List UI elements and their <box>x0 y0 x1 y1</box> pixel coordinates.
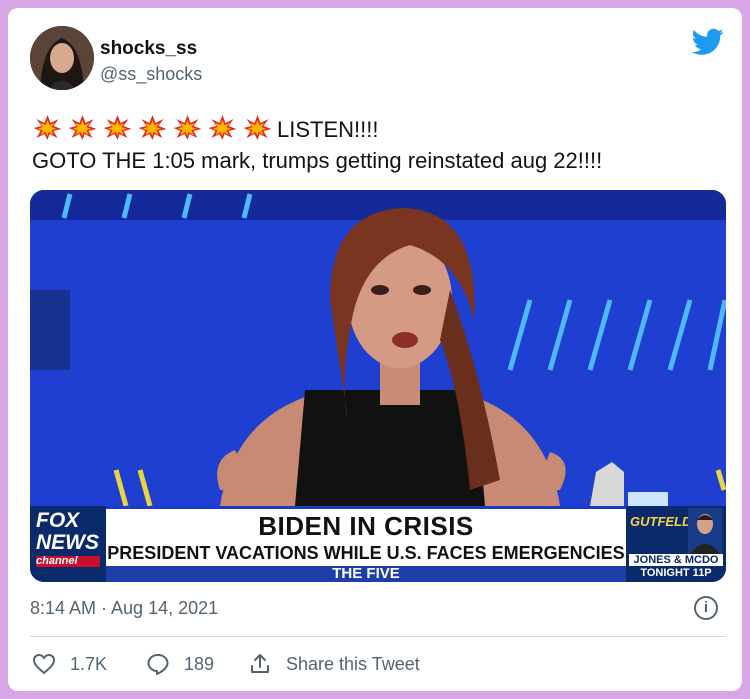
twitter-bird-icon[interactable] <box>692 28 724 56</box>
author-handle[interactable]: @ss_shocks <box>100 64 202 85</box>
divider <box>30 636 726 637</box>
show-name: THE FIVE <box>106 566 626 582</box>
collision-emoji-icon <box>138 115 167 140</box>
fox-news-logo: FOX NEWS channel <box>30 506 106 582</box>
collision-emoji-icon <box>173 115 202 140</box>
promo-brand: GUTFELD! <box>630 514 696 529</box>
reply-button[interactable]: 189 <box>146 650 214 678</box>
share-icon <box>251 654 269 673</box>
collision-emoji-icon <box>68 115 97 140</box>
promo-line-1: JONES & MCDO <box>629 554 723 566</box>
chyron-subheadline: PRESIDENT VACATIONS WHILE U.S. FACES EME… <box>107 543 625 563</box>
tweet-line-2: GOTO THE 1:05 mark, trumps getting reins… <box>32 148 603 173</box>
collision-emoji-row <box>32 114 277 140</box>
collision-emoji-icon <box>243 115 272 140</box>
video-media[interactable]: FOX NEWS channel BIDEN IN CRISIS PRESIDE… <box>30 190 726 582</box>
heart-icon <box>32 653 56 675</box>
share-label: Share this Tweet <box>286 653 420 674</box>
reply-count: 189 <box>184 653 215 674</box>
tweet-card: shocks_ss @ss_shocks LISTEN!!!! GOTO THE… <box>8 8 742 691</box>
collision-emoji-icon <box>33 115 62 140</box>
share-button[interactable]: Share this Tweet <box>248 650 420 678</box>
like-count: 1.7K <box>70 653 108 674</box>
logo-line-1: FOX <box>36 509 80 532</box>
like-button[interactable]: 1.7K <box>32 650 107 678</box>
promo-line-2: TONIGHT 11P <box>640 567 712 579</box>
chyron-headline: BIDEN IN CRISIS <box>258 511 474 541</box>
logo-line-3: channel <box>36 556 100 567</box>
promo-host-thumbnail <box>688 508 722 554</box>
collision-emoji-icon <box>103 115 132 140</box>
collision-emoji-icon <box>208 115 237 140</box>
info-icon[interactable]: i <box>694 596 718 620</box>
avatar[interactable] <box>30 26 94 90</box>
upcoming-show-promo: GUTFELD! JONES & MCDO TONIGHT 11P <box>626 506 726 582</box>
logo-line-2: NEWS <box>36 531 99 554</box>
reply-icon <box>147 654 169 675</box>
chyron: BIDEN IN CRISIS PRESIDENT VACATIONS WHIL… <box>106 506 626 566</box>
tweet-timestamp[interactable]: 8:14 AM · Aug 14, 2021 <box>30 598 218 619</box>
tweet-line-1: LISTEN!!!! <box>277 117 379 142</box>
author-display-name[interactable]: shocks_ss <box>100 38 197 60</box>
tweet-text: LISTEN!!!! GOTO THE 1:05 mark, trumps ge… <box>32 114 732 176</box>
